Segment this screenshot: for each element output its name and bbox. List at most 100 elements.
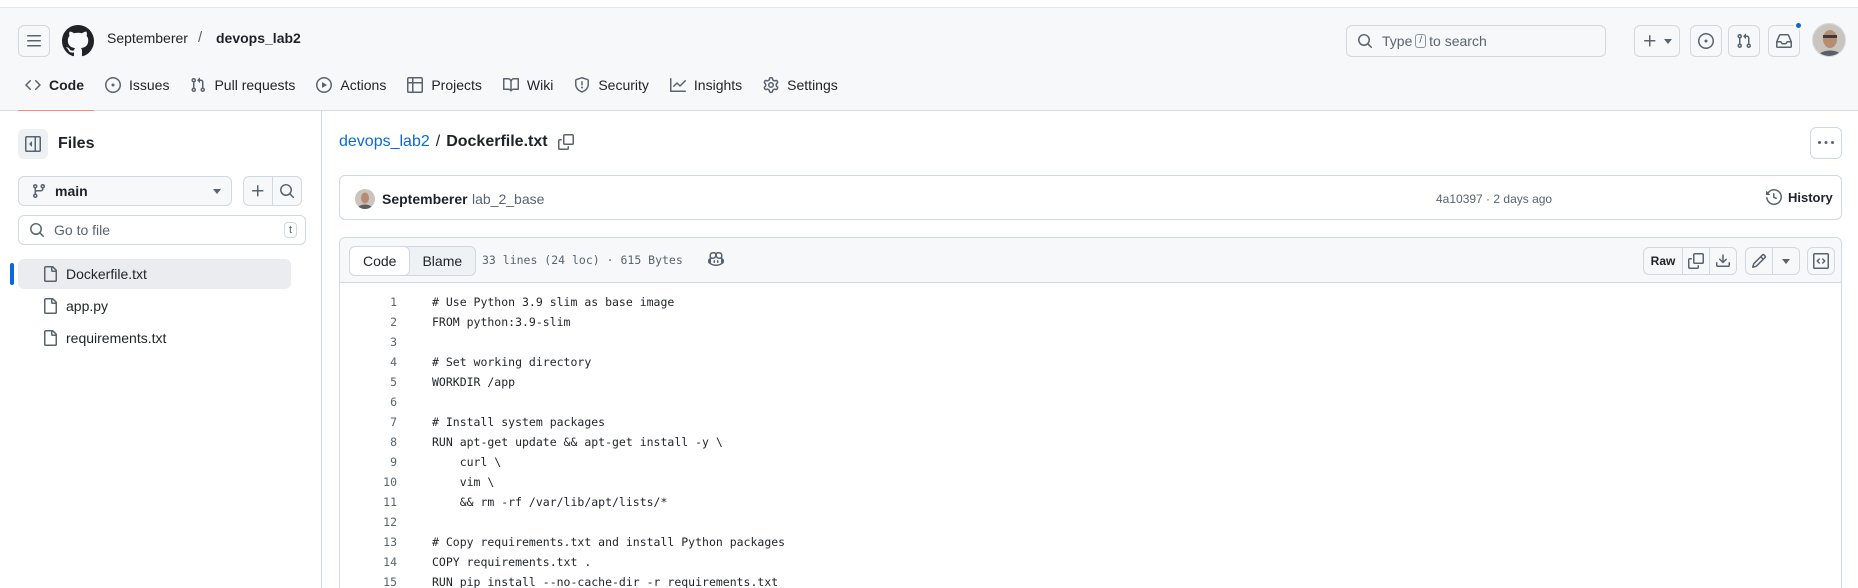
repo-header: Septemberer / devops_lab2 Type / to sear… (0, 8, 1858, 112)
git-pull-request-icon (190, 77, 206, 93)
line-text: # Install system packages (432, 415, 606, 429)
tab-insights[interactable]: Insights (661, 68, 754, 102)
git-branch-icon (31, 183, 47, 199)
breadcrumb-owner-link[interactable]: Septemberer (107, 30, 188, 46)
commit-hash-and-time[interactable]: 4a10397 · 2 days ago (1436, 192, 1552, 206)
line-number[interactable]: 1 (340, 295, 397, 309)
line-number[interactable]: 5 (340, 375, 397, 389)
line-number[interactable]: 9 (340, 455, 397, 469)
graph-icon (669, 77, 686, 93)
download-raw-file-button[interactable] (1709, 247, 1737, 275)
add-file-button[interactable] (243, 176, 273, 206)
global-search-input[interactable]: Type / to search (1346, 25, 1606, 57)
line-number[interactable]: 13 (340, 535, 397, 549)
line-number[interactable]: 11 (340, 495, 397, 509)
download-icon (1715, 253, 1731, 269)
tab-wiki-label: Wiki (526, 77, 554, 93)
chevron-down-icon (1664, 38, 1672, 44)
line-number[interactable]: 6 (340, 395, 397, 409)
file-tree-item[interactable]: app.py (18, 291, 291, 321)
user-avatar[interactable] (1812, 23, 1846, 57)
go-to-file-shortcut: t (283, 222, 297, 238)
line-number[interactable]: 4 (340, 355, 397, 369)
commit-author-avatar[interactable] (355, 189, 375, 209)
branch-selector-button[interactable]: main (18, 176, 232, 206)
file-stats: 33 lines (24 loc) · 615 Bytes (482, 253, 683, 267)
more-edit-options-button[interactable] (1772, 247, 1800, 275)
edit-file-button[interactable] (1745, 247, 1773, 275)
your-issues-button[interactable] (1690, 25, 1722, 57)
create-new-button[interactable] (1634, 25, 1680, 57)
view-mode-toggle: Code Blame (349, 246, 477, 276)
copilot-icon[interactable] (708, 251, 724, 267)
code-line: 10 vim \ (340, 472, 1841, 492)
search-placeholder-prefix: Type (1382, 33, 1413, 49)
tab-security-label: Security (598, 77, 649, 93)
tab-projects-label: Projects (431, 77, 482, 93)
copy-raw-content-button[interactable] (1682, 247, 1710, 275)
gear-icon (763, 77, 779, 93)
history-label: History (1788, 189, 1833, 205)
history-button[interactable]: History (1766, 189, 1833, 205)
line-number[interactable]: 3 (340, 335, 397, 349)
breadcrumb-repo-root-link[interactable]: devops_lab2 (339, 133, 430, 151)
file-tree-item-label: app.py (66, 298, 109, 314)
line-text: curl \ (432, 455, 502, 469)
code-line: 3 (340, 332, 1841, 352)
line-text: WORKDIR /app (432, 375, 516, 389)
tab-settings[interactable]: Settings (754, 68, 850, 102)
tab-security[interactable]: Security (565, 68, 661, 102)
line-number[interactable]: 15 (340, 575, 397, 588)
line-text: && rm -rf /var/lib/apt/lists/* (432, 495, 668, 509)
raw-button[interactable]: Raw (1643, 247, 1683, 275)
file-tree-item[interactable]: Dockerfile.txt (18, 259, 291, 289)
copy-icon[interactable] (557, 134, 574, 150)
tab-code[interactable]: Code (16, 68, 96, 112)
code-view-button[interactable]: Code (349, 246, 411, 276)
tab-settings-label: Settings (787, 77, 838, 93)
line-number[interactable]: 8 (340, 435, 397, 449)
copy-icon (1688, 253, 1704, 269)
line-text: # Use Python 3.9 slim as base image (432, 295, 675, 309)
tab-pull-requests-label: Pull requests (214, 77, 296, 93)
blame-view-button[interactable]: Blame (409, 247, 475, 275)
code-line: 8 RUN apt-get update && apt-get install -… (340, 432, 1841, 452)
line-number[interactable]: 10 (340, 475, 397, 489)
search-icon (1357, 33, 1373, 49)
breadcrumb-separator: / (435, 133, 441, 150)
tab-actions[interactable]: Actions (307, 68, 398, 102)
file-tree-item[interactable]: requirements.txt (18, 323, 291, 353)
more-options-button[interactable] (1810, 127, 1842, 159)
code-content[interactable]: 1 # Use Python 3.9 slim as base image 2 FR… (340, 292, 1841, 588)
search-code-button[interactable] (272, 176, 302, 206)
commit-message-link[interactable]: lab_2_base (472, 191, 544, 207)
issue-icon (105, 77, 121, 93)
table-icon (407, 77, 424, 93)
tab-wiki[interactable]: Wiki (494, 68, 565, 102)
search-icon (29, 222, 45, 238)
search-icon (279, 183, 295, 199)
tab-issues[interactable]: Issues (96, 68, 181, 102)
tab-code-label: Code (49, 77, 84, 93)
pencil-icon (1751, 253, 1767, 269)
tab-projects[interactable]: Projects (398, 68, 494, 102)
symbols-panel-button[interactable] (1807, 247, 1835, 275)
tab-insights-label: Insights (693, 77, 743, 93)
github-logo-icon[interactable] (62, 25, 94, 57)
line-number[interactable]: 2 (340, 315, 397, 329)
breadcrumb-repo-link[interactable]: devops_lab2 (216, 30, 301, 46)
plus-icon (1642, 33, 1658, 49)
breadcrumb-separator: / (198, 29, 203, 46)
collapse-sidebar-button[interactable] (18, 129, 48, 159)
your-pull-requests-button[interactable] (1728, 25, 1760, 57)
line-number[interactable]: 12 (340, 515, 397, 529)
notifications-button[interactable] (1768, 25, 1800, 57)
hamburger-menu-button[interactable] (18, 25, 50, 57)
go-to-file-input[interactable]: Go to file t (18, 215, 306, 245)
line-number[interactable]: 14 (340, 555, 397, 569)
commit-author-link[interactable]: Septemberer (382, 191, 468, 207)
code-icon (25, 77, 41, 93)
tab-issues-label: Issues (129, 77, 170, 93)
tab-pull-requests[interactable]: Pull requests (181, 68, 307, 102)
line-number[interactable]: 7 (340, 415, 397, 429)
